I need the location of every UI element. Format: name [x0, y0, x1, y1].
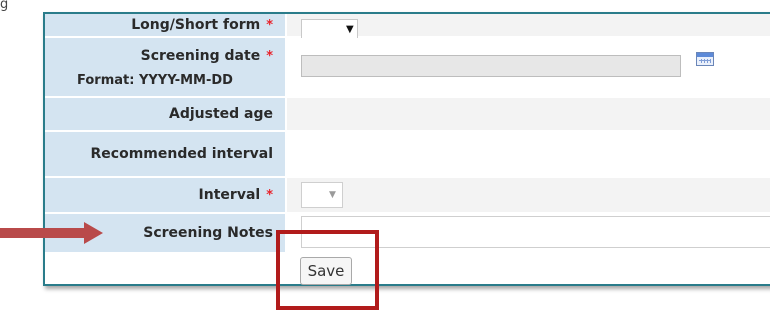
recommended-interval-value [287, 132, 770, 176]
adjusted-age-value [287, 98, 770, 130]
calendar-icon[interactable] [696, 52, 714, 66]
required-marker: * [266, 188, 273, 203]
row-screening-notes: Screening Notes [45, 214, 770, 252]
long-short-form-cell: ▼ [287, 14, 770, 39]
adjusted-age-label: Adjusted age [45, 98, 285, 130]
row-long-short-form: Long/Short form * ▼ [45, 14, 770, 39]
screening-date-cell [287, 38, 770, 96]
screening-form: Long/Short form * ▼ Screening date * Forma… [43, 12, 770, 286]
highlight-box [276, 230, 379, 310]
date-format-hint: Format: YYYY-MM-DD [77, 73, 233, 88]
arrow-right-icon [0, 222, 103, 244]
long-short-form-select[interactable]: ▼ [301, 19, 358, 39]
cropped-text-fragment: g [0, 0, 9, 12]
interval-label-text: Interval [198, 187, 261, 203]
long-short-form-label: Long/Short form * [45, 14, 285, 36]
recommended-interval-label: Recommended interval [45, 132, 285, 176]
required-marker: * [266, 18, 273, 33]
screening-date-label-text: Screening date [140, 48, 261, 64]
row-interval: Interval * ▼ [45, 178, 770, 212]
required-marker: * [266, 49, 273, 64]
row-screening-date: Screening date * Format: YYYY-MM-DD [45, 38, 770, 96]
interval-select[interactable]: ▼ [301, 182, 343, 208]
row-adjusted-age: Adjusted age [45, 98, 770, 130]
interval-label: Interval * [45, 178, 285, 212]
row-recommended-interval: Recommended interval [45, 132, 770, 176]
interval-cell: ▼ [287, 178, 770, 212]
chevron-down-icon: ▼ [329, 190, 336, 200]
long-short-form-label-text: Long/Short form [131, 17, 261, 33]
screening-date-input[interactable] [301, 55, 681, 77]
chevron-down-icon: ▼ [346, 24, 354, 35]
screening-date-label: Screening date * Format: YYYY-MM-DD [45, 38, 285, 96]
